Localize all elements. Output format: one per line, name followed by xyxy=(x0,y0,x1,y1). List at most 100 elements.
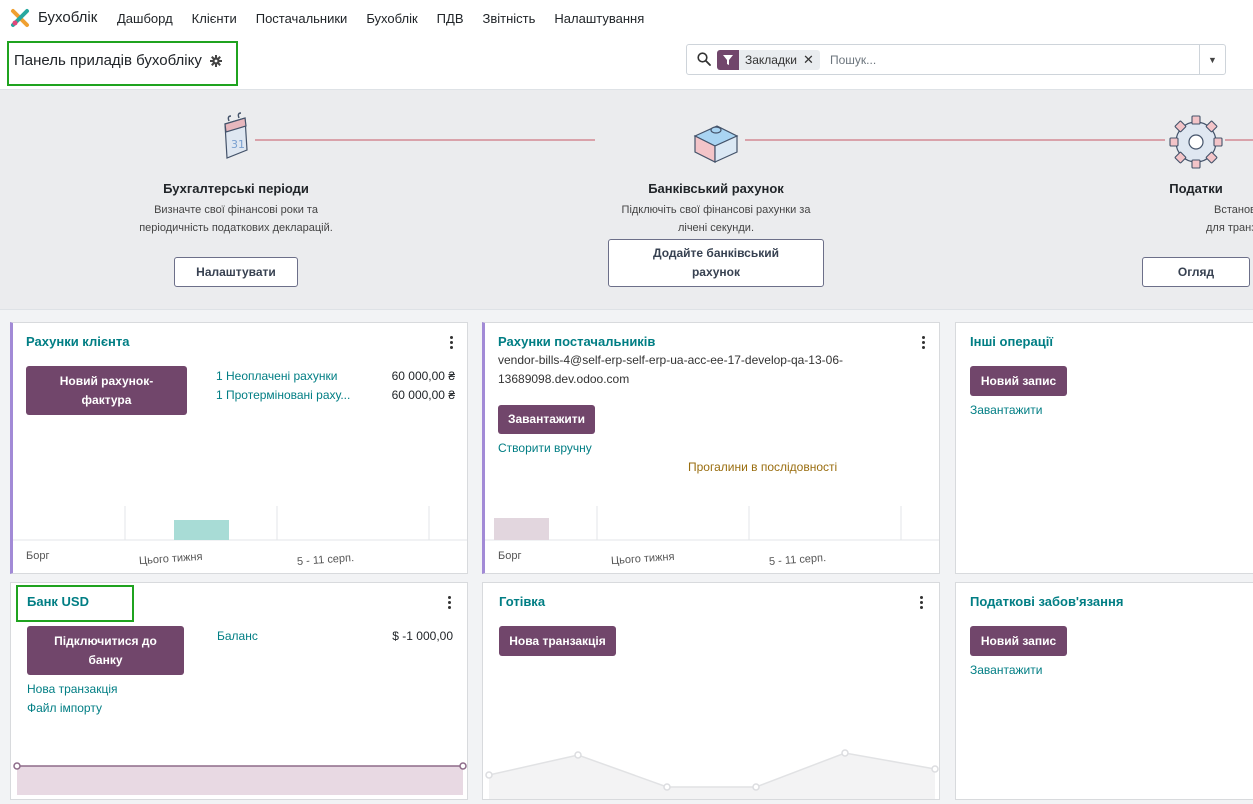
sequence-gaps-warning[interactable]: Прогалини в послідовності xyxy=(688,460,837,474)
menu-item-customers[interactable]: Клієнти xyxy=(192,11,237,26)
filter-icon xyxy=(717,50,739,70)
chart-bar xyxy=(494,518,549,540)
onboarding-desc: Визначте свої фінансові роки та періодич… xyxy=(116,201,356,237)
button-line: фактура xyxy=(81,392,132,407)
unpaid-invoices-link[interactable]: 1 Неоплачені рахунки xyxy=(216,369,337,383)
more-options-icon[interactable] xyxy=(920,596,924,611)
app-name[interactable]: Бухоблік xyxy=(38,9,97,26)
invoice-bar-chart[interactable]: Борг Цього тижня 5 - 11 серп. xyxy=(13,503,467,573)
tax-liabilities-card: Податкові забов'язання Новий запис Заван… xyxy=(955,582,1253,800)
onboarding-title: Податки xyxy=(1169,181,1223,196)
top-navbar: Бухоблік Дашборд Клієнти Постачальники Б… xyxy=(0,0,1253,36)
other-operations-card: Інші операції Новий запис Завантажити xyxy=(955,322,1253,574)
add-bank-account-label: Додайте банківський рахунок xyxy=(653,244,779,282)
vendor-bills-email: vendor-bills-4@self-erp-self-erp-ua-acc-… xyxy=(498,351,918,389)
menu-item-accounting[interactable]: Бухоблік xyxy=(366,11,417,26)
close-icon[interactable]: ✕ xyxy=(803,52,820,68)
upload-link[interactable]: Завантажити xyxy=(970,403,1042,417)
review-taxes-button[interactable]: Огляд xyxy=(1142,257,1250,287)
chart-bar xyxy=(174,520,229,540)
onboarding-title: Бухгалтерські періоди xyxy=(163,181,309,196)
onboarding-desc: Підключіть свої фінансові рахунки за ліч… xyxy=(596,201,836,237)
more-options-icon[interactable] xyxy=(450,336,454,351)
svg-text:31: 31 xyxy=(231,138,245,151)
menu-item-vendors[interactable]: Постачальники xyxy=(256,11,348,26)
chevron-down-icon[interactable]: ▼ xyxy=(1199,45,1225,74)
card-title[interactable]: Податкові забов'язання xyxy=(970,594,1123,609)
button-line: банку xyxy=(88,652,123,667)
button-line: Підключитися до xyxy=(54,633,157,648)
chart-point xyxy=(841,749,849,757)
facet-label: Закладки xyxy=(745,53,797,67)
balance-value: $ -1 000,00 xyxy=(392,629,453,643)
card-title[interactable]: Рахунки клієнта xyxy=(26,334,129,349)
more-options-icon[interactable] xyxy=(448,596,452,611)
new-invoice-button[interactable]: Новий рахунок- фактура xyxy=(26,366,187,415)
overdue-invoices-link[interactable]: 1 Протерміновані раху... xyxy=(216,388,350,402)
cash-card: Готівка Нова транзакція xyxy=(482,582,940,800)
chart-point xyxy=(459,762,467,770)
onboarding-step-periods: 31 Бухгалтерські періоди Визначте свої ф… xyxy=(116,110,356,237)
button-label: Підключитися до банку xyxy=(54,632,157,670)
upload-bill-button[interactable]: Завантажити xyxy=(498,405,595,434)
puzzle-icon xyxy=(685,110,747,172)
chart-tick-label: Борг xyxy=(26,550,50,562)
gear-icon xyxy=(1165,110,1227,172)
vendor-bills-card: Рахунки постачальників vendor-bills-4@se… xyxy=(482,322,940,574)
highlight-box xyxy=(16,585,134,622)
add-bank-account-button[interactable]: Додайте банківський рахунок xyxy=(608,239,824,287)
import-file-link[interactable]: Файл імпорту xyxy=(27,701,102,715)
more-options-icon[interactable] xyxy=(922,336,926,351)
create-manually-link[interactable]: Створити вручну xyxy=(498,441,592,455)
chart-point xyxy=(574,751,582,759)
chart-point xyxy=(752,783,760,791)
menu-item-vat[interactable]: ПДВ xyxy=(437,11,464,26)
onboarding-desc-line: Визначте свої фінансові роки та xyxy=(154,204,318,216)
overdue-invoices-amount: 60 000,00 ₴ xyxy=(391,388,455,402)
configure-periods-button[interactable]: Налаштувати xyxy=(174,257,298,287)
app-logo-icon[interactable] xyxy=(10,8,30,28)
onboarding-step-bank: Банківський рахунок Підключіть свої фіна… xyxy=(596,110,836,237)
calendar-icon: 31 xyxy=(205,110,267,172)
new-transaction-button[interactable]: Нова транзакція xyxy=(499,626,616,656)
email-line: vendor-bills-4@self-erp-self-erp-ua-acc-… xyxy=(498,353,843,367)
chart-point xyxy=(485,771,493,779)
upload-link[interactable]: Завантажити xyxy=(970,663,1042,677)
menu-item-dashboard[interactable]: Дашборд xyxy=(117,11,173,26)
new-entry-button[interactable]: Новий запис xyxy=(970,626,1067,656)
connect-bank-button[interactable]: Підключитися до банку xyxy=(27,626,184,675)
button-line: рахунок xyxy=(691,265,741,279)
onboarding-desc: Встановіть податки за замовч для транзак… xyxy=(1076,201,1253,237)
bills-bar-chart[interactable]: Борг Цього тижня 5 - 11 серп. xyxy=(485,503,939,573)
button-label: Новий рахунок- фактура xyxy=(60,372,154,410)
balance-link[interactable]: Баланс xyxy=(217,629,258,643)
onboarding-desc-line: для транзакцій продажів та за xyxy=(1206,222,1253,234)
search-icon[interactable] xyxy=(697,52,711,66)
search-facet[interactable]: Закладки ✕ xyxy=(717,50,820,70)
customer-invoices-card: Рахунки клієнта Новий рахунок- фактура 1… xyxy=(10,322,468,574)
search-input[interactable] xyxy=(830,50,1190,70)
highlight-box xyxy=(7,41,238,86)
menu-item-settings[interactable]: Налаштування xyxy=(554,11,644,26)
onboarding-desc-line: Підключіть свої фінансові рахунки за xyxy=(621,204,811,216)
email-line: 13689098.dev.odoo.com xyxy=(498,372,630,386)
control-panel: Панель приладів бухобліку Закладки ✕ Пош… xyxy=(0,36,1253,90)
chart-tick-label: Борг xyxy=(498,550,522,562)
card-title[interactable]: Готівка xyxy=(499,594,545,609)
onboarding-desc-line: періодичність податкових декларацій. xyxy=(139,222,333,234)
main-menu: Дашборд Клієнти Постачальники Бухоблік П… xyxy=(117,11,663,26)
unpaid-invoices-amount: 60 000,00 ₴ xyxy=(391,369,455,383)
card-title[interactable]: Інші операції xyxy=(970,334,1053,349)
onboarding-desc-line: лічені секунди. xyxy=(677,222,755,234)
cash-line-chart[interactable] xyxy=(483,743,939,799)
new-transaction-link[interactable]: Нова транзакція xyxy=(27,682,118,696)
chart-point xyxy=(931,765,939,773)
chart-point xyxy=(13,762,21,770)
button-line: Новий рахунок- xyxy=(59,373,154,388)
new-entry-button[interactable]: Новий запис xyxy=(970,366,1067,396)
menu-item-reporting[interactable]: Звітність xyxy=(483,11,536,26)
chart-point xyxy=(663,783,671,791)
bank-balance-chart[interactable] xyxy=(11,759,467,799)
card-title[interactable]: Рахунки постачальників xyxy=(498,334,655,349)
onboarding-desc-line: Встановіть податки за замовч xyxy=(1214,204,1253,216)
